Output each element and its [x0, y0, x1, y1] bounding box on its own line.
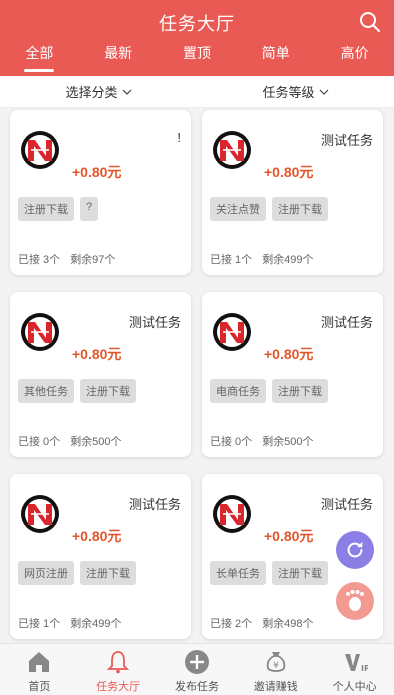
- task-accepted: 已接 1个: [18, 618, 61, 630]
- app-header: 任务大厅 全部 最新 置顶 简单 高价: [0, 0, 394, 76]
- task-tag: 长单任务: [210, 561, 266, 585]
- svg-text:¥: ¥: [273, 661, 279, 671]
- task-price: +0.80元: [72, 346, 122, 362]
- task-accepted: 已接 3个: [18, 254, 61, 266]
- task-card[interactable]: ! +0.80元 注册下载? 已接 3个 剩余97个: [10, 110, 191, 275]
- task-title: 测试任务: [128, 315, 181, 330]
- vip-icon: IP: [344, 654, 368, 673]
- bell-icon: [107, 651, 130, 674]
- nav-profile-label: 个人中心: [332, 681, 377, 693]
- task-tags: 长单任务 注册下载: [210, 561, 328, 585]
- task-tags: 网页注册 注册下载: [18, 561, 136, 585]
- task-grid: ! +0.80元 注册下载? 已接 3个 剩余97个 测试任务 +0.80元 关…: [10, 110, 384, 639]
- task-card[interactable]: 测试任务 +0.80元 关注点赞 注册下载 已接 1个 剩余499个: [202, 110, 383, 275]
- task-tag: 注册下载: [272, 561, 328, 585]
- task-stats: 已接 1个 剩余499个: [210, 251, 314, 267]
- task-title: 测试任务: [320, 497, 373, 512]
- category-filter-label: 选择分类: [65, 85, 118, 100]
- plus-circle-icon: [184, 650, 209, 674]
- task-tag: 注册下载: [80, 561, 136, 585]
- task-remaining: 剩余499个: [262, 254, 314, 266]
- svg-text:IP: IP: [361, 664, 368, 673]
- task-remaining: 剩余500个: [70, 436, 122, 448]
- task-price: +0.80元: [72, 528, 122, 544]
- nav-invite-label: 邀请赚钱: [253, 681, 298, 693]
- tab-simple[interactable]: 简单: [236, 44, 315, 74]
- task-logo-icon: [213, 131, 251, 169]
- refresh-icon: [347, 541, 363, 558]
- refresh-button[interactable]: [336, 531, 374, 569]
- task-title: !: [177, 130, 181, 145]
- task-tag: 注册下载: [272, 197, 328, 221]
- page-title: 任务大厅: [159, 14, 235, 34]
- task-accepted: 已接 2个: [210, 618, 253, 630]
- nav-home[interactable]: 首页: [0, 644, 79, 695]
- task-stats: 已接 3个 剩余97个: [18, 251, 115, 267]
- tab-all[interactable]: 全部: [0, 44, 79, 74]
- task-stats: 已接 1个 剩余499个: [18, 615, 122, 631]
- tab-high-price[interactable]: 高价: [315, 44, 394, 74]
- level-filter[interactable]: 任务等级: [197, 76, 394, 107]
- task-tags: 注册下载?: [18, 197, 99, 221]
- task-tag: 注册下载: [80, 379, 136, 403]
- task-logo-icon: [21, 131, 59, 169]
- task-remaining: 剩余97个: [70, 254, 116, 266]
- task-tag: 注册下载: [272, 379, 328, 403]
- task-stats: 已接 0个 剩余500个: [18, 433, 122, 449]
- task-tag: 注册下载: [18, 197, 74, 221]
- task-card[interactable]: 测试任务 +0.80元 网页注册 注册下载 已接 1个 剩余499个: [10, 474, 191, 639]
- task-price: +0.80元: [72, 164, 122, 180]
- task-tag: ?: [80, 197, 99, 221]
- task-tag: 网页注册: [18, 561, 74, 585]
- task-stats: 已接 0个 剩余500个: [210, 433, 314, 449]
- tab-pinned[interactable]: 置顶: [158, 44, 237, 74]
- tab-bar: 全部 最新 置顶 简单 高价: [0, 44, 394, 74]
- footprint-button[interactable]: [336, 582, 374, 620]
- task-logo-icon: [21, 313, 59, 351]
- task-price: +0.80元: [264, 528, 314, 544]
- nav-profile[interactable]: IP 个人中心: [315, 644, 394, 695]
- nav-publish[interactable]: 发布任务: [158, 644, 237, 695]
- task-title: 测试任务: [128, 497, 181, 512]
- level-filter-label: 任务等级: [262, 85, 315, 100]
- task-tag: 其他任务: [18, 379, 74, 403]
- nav-task-hall[interactable]: 任务大厅: [79, 644, 158, 695]
- task-tag: 关注点赞: [210, 197, 266, 221]
- task-tags: 其他任务 注册下载: [18, 379, 136, 403]
- task-remaining: 剩余499个: [70, 618, 122, 630]
- task-accepted: 已接 0个: [18, 436, 61, 448]
- filter-bar: 选择分类 任务等级: [0, 76, 394, 108]
- chevron-down-icon: [122, 89, 131, 95]
- task-title: 测试任务: [320, 133, 373, 148]
- footprint-icon: [346, 590, 364, 611]
- chevron-down-icon: [319, 89, 328, 95]
- task-logo-icon: [21, 495, 59, 533]
- task-card[interactable]: 测试任务 +0.80元 其他任务 注册下载 已接 0个 剩余500个: [10, 292, 191, 457]
- task-accepted: 已接 0个: [210, 436, 253, 448]
- nav-home-label: 首页: [28, 681, 51, 693]
- task-price: +0.80元: [264, 346, 314, 362]
- money-bag-icon: ¥: [266, 652, 286, 672]
- task-card[interactable]: 测试任务 +0.80元 电商任务 注册下载 已接 0个 剩余500个: [202, 292, 383, 457]
- category-filter[interactable]: 选择分类: [0, 76, 197, 107]
- task-tags: 关注点赞 注册下载: [210, 197, 328, 221]
- search-icon[interactable]: [358, 10, 382, 34]
- task-stats: 已接 2个 剩余498个: [210, 615, 314, 631]
- bottom-nav: 首页 任务大厅 发布任务 ¥ 邀请赚钱 IP 个人中心: [0, 643, 394, 695]
- task-remaining: 剩余498个: [262, 618, 314, 630]
- nav-invite[interactable]: ¥ 邀请赚钱: [236, 644, 315, 695]
- task-remaining: 剩余500个: [262, 436, 314, 448]
- task-accepted: 已接 1个: [210, 254, 253, 266]
- task-logo-icon: [213, 313, 251, 351]
- nav-publish-label: 发布任务: [174, 681, 219, 693]
- task-tags: 电商任务 注册下载: [210, 379, 328, 403]
- task-title: 测试任务: [320, 315, 373, 330]
- task-tag: 电商任务: [210, 379, 266, 403]
- task-price: +0.80元: [264, 164, 314, 180]
- nav-task-hall-label: 任务大厅: [96, 681, 141, 693]
- task-logo-icon: [213, 495, 251, 533]
- tab-latest[interactable]: 最新: [79, 44, 158, 74]
- home-icon: [29, 652, 50, 672]
